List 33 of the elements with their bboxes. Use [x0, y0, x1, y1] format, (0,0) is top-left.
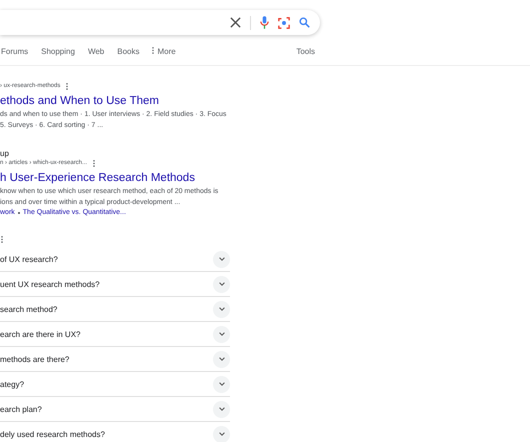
microphone-icon[interactable] — [260, 16, 269, 29]
more-options-icon[interactable] — [66, 82, 68, 90]
expand-icon[interactable] — [213, 250, 230, 268]
search-tab[interactable]: Shopping — [41, 47, 75, 56]
close-icon[interactable] — [230, 17, 241, 28]
question-row[interactable]: methods are there? — [0, 347, 230, 372]
site-name: up — [0, 149, 10, 158]
camera-icon[interactable] — [278, 16, 290, 28]
vertical-dots-icon — [152, 47, 154, 54]
expand-icon[interactable] — [213, 426, 230, 442]
more-options-icon[interactable] — [93, 160, 96, 166]
expand-icon[interactable] — [213, 350, 230, 368]
tools-button[interactable]: Tools — [296, 47, 315, 56]
question-row[interactable]: dely used research methods? — [0, 422, 230, 442]
search-tab[interactable]: Forums — [1, 47, 28, 56]
question-row[interactable]: search method? — [0, 297, 230, 322]
search-tab[interactable]: Web — [88, 47, 104, 56]
expand-icon[interactable] — [213, 400, 230, 418]
result-title[interactable]: ethods and When to Use Them — [0, 93, 530, 109]
more-tab[interactable]: More — [152, 47, 176, 56]
expand-icon[interactable] — [213, 300, 230, 318]
question-row[interactable]: earch are there in UX? — [0, 322, 230, 347]
question-row[interactable]: uent UX research methods? — [0, 272, 230, 297]
expand-icon[interactable] — [213, 276, 230, 292]
question-row[interactable]: ategy? — [0, 372, 230, 397]
search-tab[interactable]: Books — [117, 47, 140, 56]
question-row[interactable]: earch plan? — [0, 397, 230, 422]
search-icon[interactable] — [299, 17, 310, 28]
expand-icon[interactable] — [213, 326, 230, 342]
separator-dot-icon — [18, 212, 20, 214]
result-title[interactable]: h User-Experience Research Methods — [0, 170, 530, 186]
expand-icon[interactable] — [213, 376, 230, 392]
question-row[interactable]: of UX research? — [0, 247, 230, 272]
